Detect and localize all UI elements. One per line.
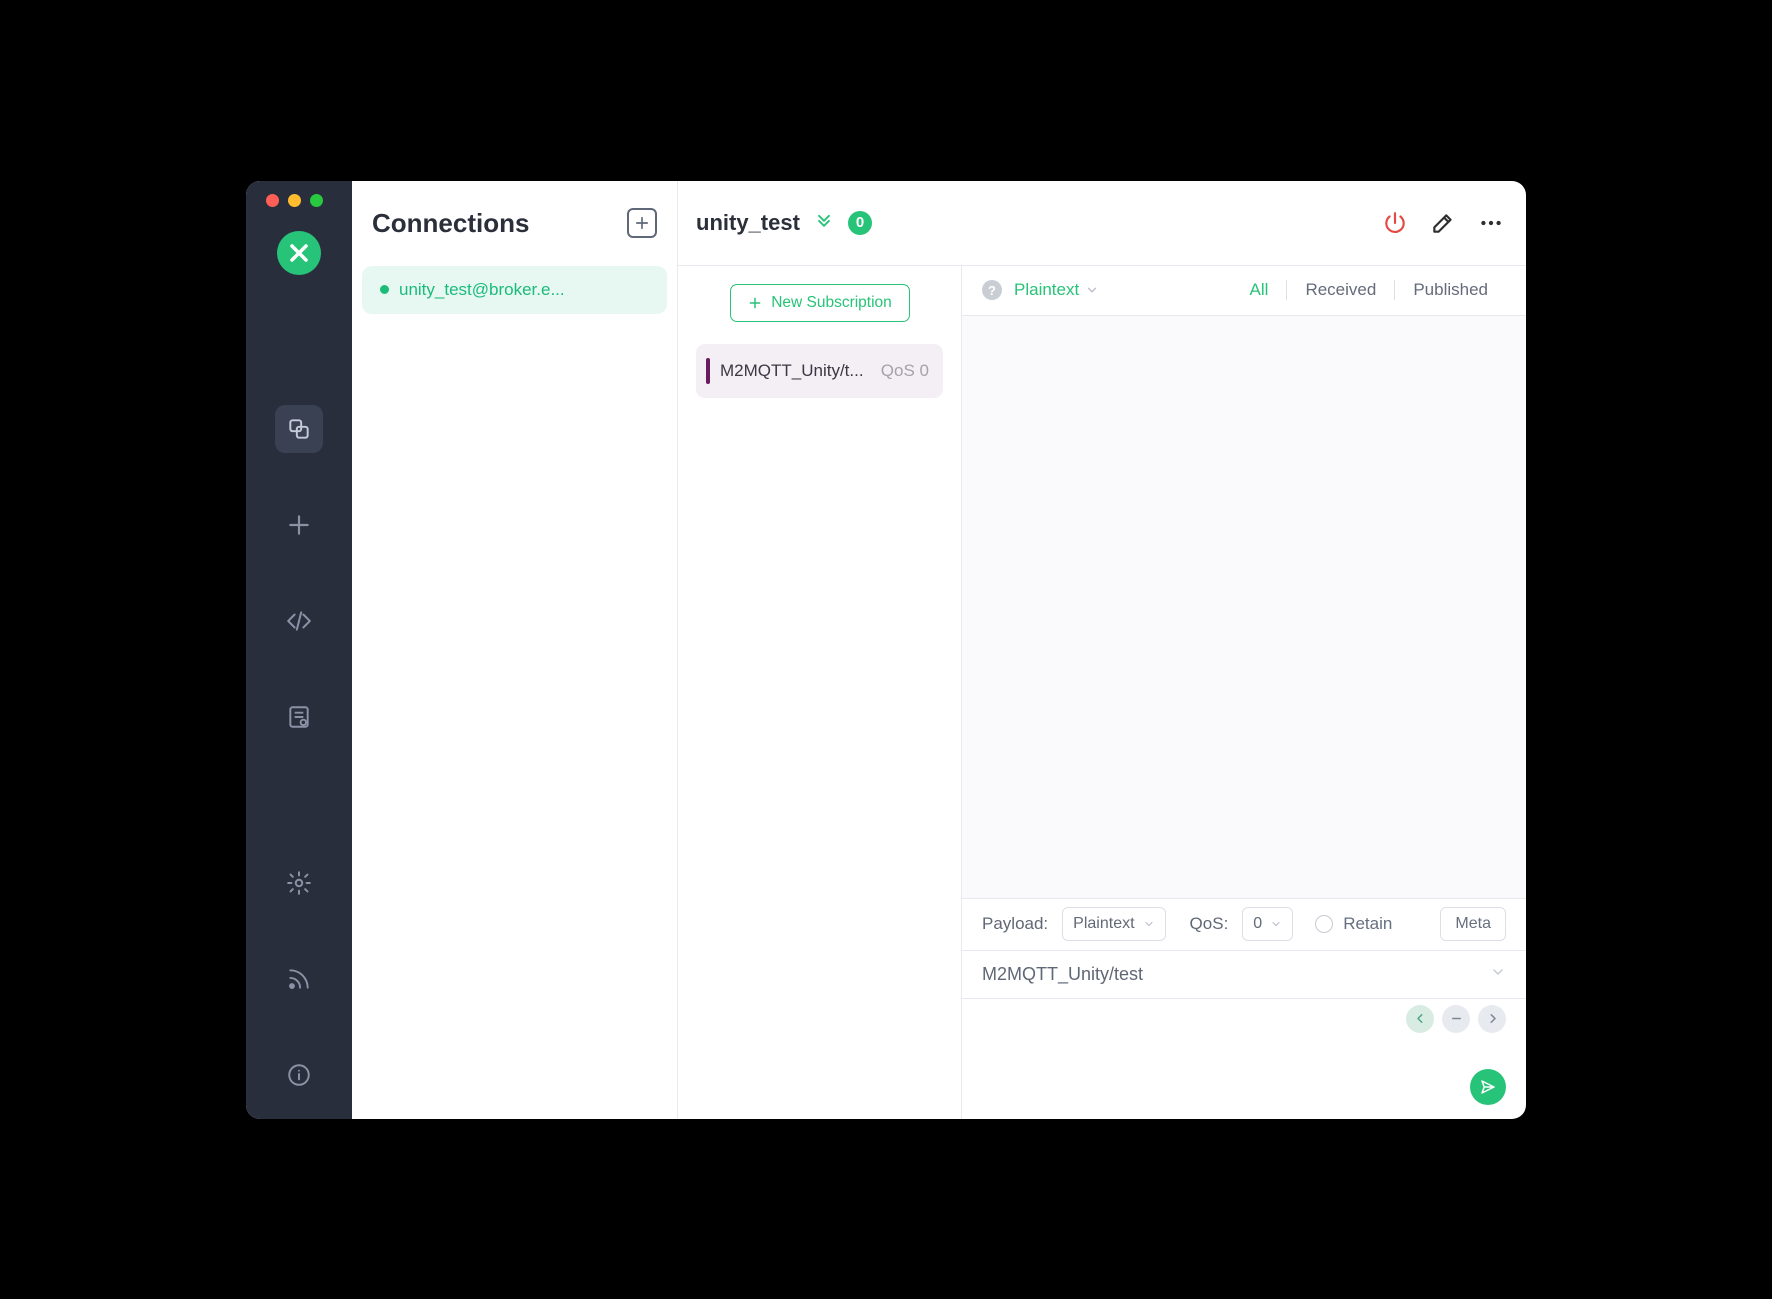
nav-connections[interactable] (275, 405, 323, 453)
nav-new[interactable] (275, 501, 323, 549)
retain-radio[interactable] (1315, 915, 1333, 933)
chevron-down-icon (1270, 918, 1282, 930)
message-format-dropdown[interactable]: Plaintext (1014, 280, 1099, 300)
history-prev-button[interactable] (1406, 1005, 1434, 1033)
nav-rail (246, 181, 352, 1119)
help-icon[interactable]: ? (982, 280, 1002, 300)
tab-all[interactable]: All (1232, 280, 1287, 300)
chevron-down-icon (1143, 918, 1155, 930)
more-menu-button[interactable] (1476, 208, 1506, 238)
new-subscription-button[interactable]: New Subscription (730, 284, 910, 322)
subscription-item[interactable]: M2MQTT_Unity/t... QoS 0 (696, 344, 943, 398)
nav-feed[interactable] (275, 955, 323, 1003)
nav-settings[interactable] (275, 859, 323, 907)
publish-topic-input[interactable]: M2MQTT_Unity/test (982, 964, 1478, 985)
tab-received[interactable]: Received (1286, 280, 1394, 300)
connections-panel: Connections unity_test@broker.e... (352, 181, 678, 1119)
collapse-icon[interactable] (814, 210, 834, 235)
window-maximize-button[interactable] (310, 194, 323, 207)
nav-log[interactable] (275, 693, 323, 741)
subscription-topic: M2MQTT_Unity/t... (720, 361, 871, 381)
connections-title: Connections (372, 208, 529, 239)
meta-button[interactable]: Meta (1440, 907, 1506, 941)
window-close-button[interactable] (266, 194, 279, 207)
send-button[interactable] (1470, 1069, 1506, 1105)
chevron-down-icon[interactable] (1490, 964, 1506, 985)
message-count-badge: 0 (848, 211, 872, 235)
history-next-button[interactable] (1478, 1005, 1506, 1033)
active-connection-title: unity_test (696, 210, 800, 236)
qos-select[interactable]: 0 (1242, 907, 1293, 941)
connection-name: unity_test@broker.e... (399, 280, 565, 300)
messages-area (962, 316, 1526, 898)
app-logo (277, 231, 321, 275)
chevron-down-icon (1085, 283, 1099, 297)
tab-published[interactable]: Published (1394, 280, 1506, 300)
connection-item[interactable]: unity_test@broker.e... (362, 266, 667, 314)
window-titlebar (246, 181, 323, 221)
connection-status-dot-icon (380, 285, 389, 294)
messages-panel: ? Plaintext All Received Published (962, 266, 1526, 1119)
subscription-color-bar-icon (706, 358, 710, 384)
new-connection-button[interactable] (627, 208, 657, 238)
nav-info[interactable] (275, 1051, 323, 1099)
subscriptions-panel: New Subscription M2MQTT_Unity/t... QoS 0 (678, 266, 962, 1119)
payload-format-select[interactable]: Plaintext (1062, 907, 1165, 941)
qos-label: QoS: (1190, 914, 1229, 934)
message-format-label: Plaintext (1014, 280, 1079, 300)
nav-scripts[interactable] (275, 597, 323, 645)
payload-format-value: Plaintext (1073, 915, 1134, 933)
new-subscription-label: New Subscription (771, 294, 892, 312)
publish-panel: Payload: Plaintext QoS: 0 (962, 898, 1526, 1119)
history-minus-button[interactable] (1442, 1005, 1470, 1033)
payload-label: Payload: (982, 914, 1048, 934)
edit-button[interactable] (1428, 208, 1458, 238)
window-minimize-button[interactable] (288, 194, 301, 207)
disconnect-button[interactable] (1380, 208, 1410, 238)
retain-label: Retain (1343, 914, 1392, 934)
subscription-qos: QoS 0 (881, 361, 929, 381)
qos-value: 0 (1253, 915, 1262, 933)
